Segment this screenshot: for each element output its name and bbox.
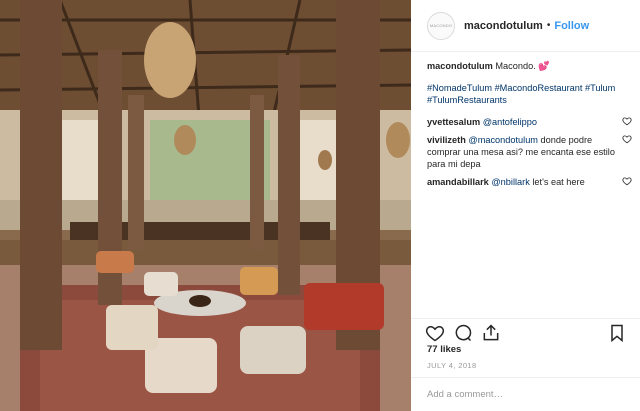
share-icon[interactable] [481,323,501,343]
likes-count[interactable]: 77 likes [427,344,461,355]
post-photo[interactable] [0,0,411,411]
post-side-panel: MACONDO macondotulum • Follow macondotul… [411,0,640,411]
comment-icon[interactable] [453,323,473,343]
post-caption: macondotulum Macondo. 💕 [427,60,632,72]
comment-mention[interactable]: @antofelippo [483,117,537,127]
add-comment-input[interactable] [427,389,627,400]
comment-text: let's eat here [532,177,585,187]
caption-text: Macondo. 💕 [495,61,550,71]
separator-dot: • [546,20,551,31]
post-header: MACONDO macondotulum • Follow [411,0,640,52]
follow-button[interactable]: Follow [554,20,589,32]
avatar[interactable]: MACONDO [427,11,455,40]
photo-illustration [0,0,411,411]
caption-hashtags[interactable]: #NomadeTulum #MacondoRestaurant #Tulum #… [427,82,632,106]
bookmark-icon[interactable] [607,323,627,343]
comment-username[interactable]: vivilizeth [427,135,466,145]
heart-icon[interactable] [425,323,445,343]
like-comment-heart-icon[interactable] [622,134,632,144]
like-comment-heart-icon[interactable] [622,176,632,186]
comment-username[interactable]: yvettesalum [427,117,480,127]
comment-item: yvettesalum @antofelippo [427,116,632,128]
comment-item: amandabillark @nbillark let's eat here [427,176,632,188]
comments-list: macondotulum Macondo. 💕 #NomadeTulum #Ma… [427,60,632,188]
comment-username[interactable]: amandabillark [427,177,489,187]
like-comment-heart-icon[interactable] [622,116,632,126]
add-comment-bar [411,377,640,411]
author-username[interactable]: macondotulum [464,20,543,32]
comment-item: vivilizeth @macondotulum donde podre com… [427,134,632,170]
comment-mention[interactable]: @nbillark [491,177,529,187]
comment-mention[interactable]: @macondotulum [468,135,538,145]
caption-username[interactable]: macondotulum [427,61,493,71]
post-date: JULY 4, 2018 [427,361,477,370]
